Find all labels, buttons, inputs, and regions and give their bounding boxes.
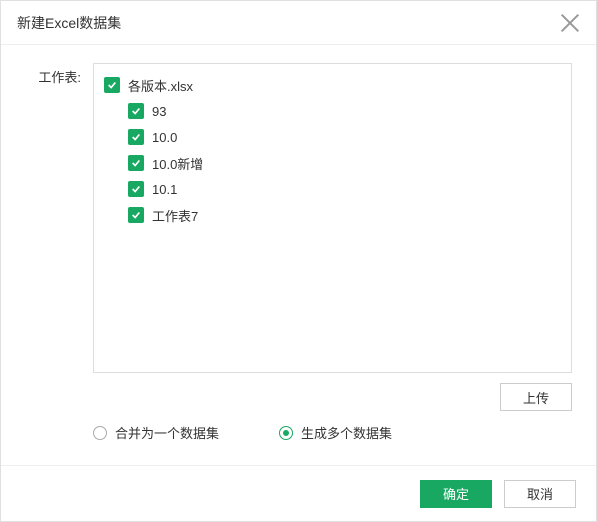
cancel-button[interactable]: 取消 xyxy=(504,480,576,508)
tree-item-label: 93 xyxy=(152,104,166,119)
checkbox-checked-icon[interactable] xyxy=(128,181,144,197)
ok-button[interactable]: 确定 xyxy=(420,480,492,508)
tree-item-label: 10.1 xyxy=(152,182,177,197)
tree-item[interactable]: 工作表7 xyxy=(104,202,561,228)
mode-radio-group: 合并为一个数据集 生成多个数据集 xyxy=(25,415,572,450)
dialog-new-excel-dataset: 新建Excel数据集 工作表: 各版本.xlsx 93 xyxy=(0,0,597,522)
tree-item-label: 工作表7 xyxy=(152,206,198,225)
tree-item[interactable]: 10.0 xyxy=(104,124,561,150)
checkbox-checked-icon[interactable] xyxy=(128,103,144,119)
worksheet-tree[interactable]: 各版本.xlsx 93 10.0 xyxy=(93,63,572,373)
close-icon[interactable] xyxy=(560,13,580,33)
dialog-title: 新建Excel数据集 xyxy=(17,13,560,33)
worksheet-row: 工作表: 各版本.xlsx 93 xyxy=(25,63,572,373)
radio-multi-option[interactable]: 生成多个数据集 xyxy=(279,423,392,442)
radio-multi-label: 生成多个数据集 xyxy=(301,423,392,442)
tree-item[interactable]: 93 xyxy=(104,98,561,124)
tree-item[interactable]: 10.1 xyxy=(104,176,561,202)
tree-root-label: 各版本.xlsx xyxy=(128,76,193,95)
upload-button[interactable]: 上传 xyxy=(500,383,572,411)
radio-merge-label: 合并为一个数据集 xyxy=(115,423,219,442)
radio-selected-icon xyxy=(279,426,293,440)
tree-item[interactable]: 10.0新增 xyxy=(104,150,561,176)
titlebar: 新建Excel数据集 xyxy=(1,1,596,45)
checkbox-checked-icon[interactable] xyxy=(104,77,120,93)
radio-merge-option[interactable]: 合并为一个数据集 xyxy=(93,423,219,442)
tree-item-label: 10.0新增 xyxy=(152,154,203,173)
checkbox-checked-icon[interactable] xyxy=(128,155,144,171)
upload-row: 上传 xyxy=(25,373,572,415)
radio-unselected-icon xyxy=(93,426,107,440)
radio-dot-icon xyxy=(283,430,289,436)
dialog-body: 工作表: 各版本.xlsx 93 xyxy=(1,45,596,465)
dialog-footer: 确定 取消 xyxy=(1,465,596,521)
worksheet-label: 工作表: xyxy=(25,63,81,86)
tree-item-label: 10.0 xyxy=(152,130,177,145)
checkbox-checked-icon[interactable] xyxy=(128,207,144,223)
tree-root-item[interactable]: 各版本.xlsx xyxy=(104,72,561,98)
checkbox-checked-icon[interactable] xyxy=(128,129,144,145)
